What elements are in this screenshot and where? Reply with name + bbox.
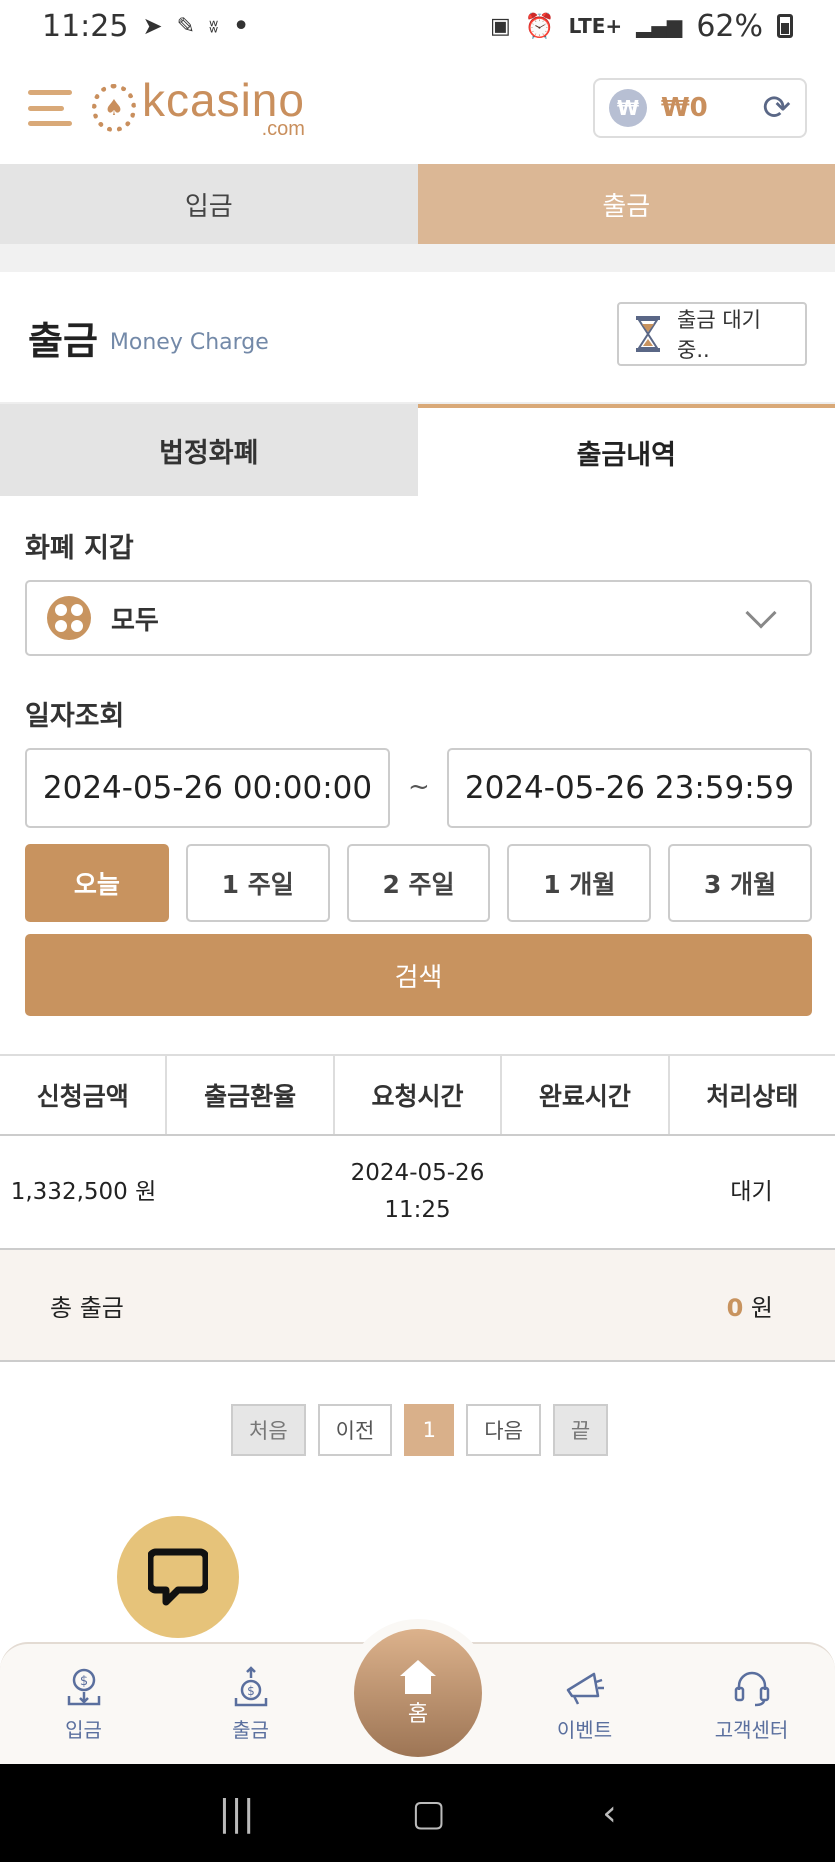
total-number: 0 bbox=[726, 1293, 744, 1322]
nav-withdraw[interactable]: $ 출금 bbox=[167, 1665, 334, 1743]
total-unit: 원 bbox=[750, 1293, 773, 1322]
spade-logo-icon: ♠ bbox=[92, 84, 136, 132]
wallet-select-value: 모두 bbox=[111, 605, 159, 636]
top-tabs: 입금 출금 bbox=[0, 164, 835, 244]
nav-support-label: 고객센터 bbox=[714, 1717, 789, 1742]
pagination: 처음 이전 1 다음 끝 bbox=[231, 1404, 609, 1456]
cell-rate bbox=[167, 1136, 334, 1248]
home-icon bbox=[400, 1660, 436, 1694]
nav-support[interactable]: 고객센터 bbox=[668, 1666, 835, 1743]
period-1week-button[interactable]: 1 주일 bbox=[185, 844, 330, 922]
battery-percent: 62% bbox=[696, 8, 763, 44]
page-prev-button[interactable]: 이전 bbox=[317, 1404, 393, 1456]
title-section: 출금 Money Charge 출금 대기 중.. bbox=[0, 272, 835, 404]
period-2week-button[interactable]: 2 주일 bbox=[346, 844, 491, 922]
total-label: 총 출금 bbox=[50, 1293, 124, 1322]
page-first-button[interactable]: 처음 bbox=[231, 1404, 306, 1456]
table-row: 1,332,500 원 2024-05-26 11:25 대기 bbox=[0, 1136, 835, 1250]
nfc-icon: ▣ bbox=[489, 13, 511, 39]
home-system-icon[interactable]: ▢ bbox=[411, 1793, 445, 1834]
refresh-icon[interactable]: ⟳ bbox=[763, 88, 792, 128]
header-rate: 출금환율 bbox=[167, 1056, 335, 1134]
status-dot: • bbox=[232, 8, 250, 44]
balance-box: ₩ ₩0 ⟳ bbox=[593, 78, 807, 138]
period-3month-button[interactable]: 3 개월 bbox=[668, 844, 812, 922]
deposit-icon: $ bbox=[67, 1668, 100, 1705]
cell-request-time: 2024-05-26 11:25 bbox=[334, 1136, 501, 1248]
back-icon[interactable]: ‹ bbox=[602, 1793, 616, 1834]
logo[interactable]: ♠ kcasino .com bbox=[92, 77, 305, 139]
tab-deposit[interactable]: 입금 bbox=[0, 164, 418, 244]
chat-button[interactable] bbox=[117, 1516, 239, 1638]
period-buttons: 오늘 1 주일 2 주일 1 개월 3 개월 bbox=[25, 844, 812, 922]
table-header: 신청금액 출금환율 요청시간 완료시간 처리상태 bbox=[0, 1054, 835, 1136]
search-button[interactable]: 검색 bbox=[25, 934, 812, 1016]
page-next-button[interactable]: 다음 bbox=[466, 1404, 541, 1456]
page-last-button[interactable]: 끝 bbox=[552, 1404, 609, 1456]
cell-complete-time bbox=[501, 1136, 668, 1248]
tab-withdraw-history[interactable]: 출금내역 bbox=[417, 404, 835, 496]
notification-icon: ✎ bbox=[176, 13, 196, 39]
recent-apps-icon[interactable]: ||| bbox=[218, 1793, 254, 1834]
date-separator: ~ bbox=[408, 772, 430, 802]
end-date-input[interactable]: 2024-05-26 23:59:59 bbox=[447, 748, 812, 828]
battery-icon bbox=[777, 14, 793, 38]
signal-icon: ▂▄▆ bbox=[636, 14, 683, 38]
page-subtitle: Money Charge bbox=[109, 329, 269, 355]
wifi-calling-icon: ʬ bbox=[209, 15, 219, 37]
nav-deposit[interactable]: $ 입금 bbox=[0, 1666, 167, 1743]
app-header: ♠ kcasino .com ₩ ₩0 ⟳ bbox=[0, 52, 835, 164]
status-bar: 11:25 ➤ ✎ ʬ • ▣ ⏰ LTE+ ▂▄▆ 62% bbox=[0, 0, 835, 52]
page-title: 출금 bbox=[28, 318, 98, 363]
date-query-label: 일자조회 bbox=[25, 701, 125, 732]
wallet-select[interactable]: 모두 bbox=[25, 580, 812, 656]
pending-withdraw-button[interactable]: 출금 대기 중.. bbox=[617, 302, 807, 366]
header-complete-time: 완료시간 bbox=[502, 1056, 670, 1134]
megaphone-icon bbox=[566, 1672, 604, 1705]
nav-event-label: 이벤트 bbox=[556, 1717, 613, 1742]
nav-home-button[interactable]: 홈 bbox=[354, 1629, 482, 1757]
svg-text:$: $ bbox=[79, 1674, 87, 1689]
nav-deposit-label: 입금 bbox=[65, 1717, 102, 1742]
period-today-button[interactable]: 오늘 bbox=[25, 844, 169, 922]
page-current-button[interactable]: 1 bbox=[404, 1404, 455, 1456]
nav-event[interactable]: 이벤트 bbox=[501, 1666, 668, 1743]
hourglass-icon bbox=[635, 314, 661, 354]
withdraw-history-table: 신청금액 출금환율 요청시간 완료시간 처리상태 1,332,500 원 202… bbox=[0, 1054, 835, 1362]
header-amount: 신청금액 bbox=[0, 1056, 168, 1134]
total-value: 0 원 bbox=[727, 1288, 773, 1323]
divider bbox=[0, 244, 835, 272]
tab-withdraw[interactable]: 출금 bbox=[417, 164, 835, 244]
network-type: LTE+ bbox=[568, 14, 623, 38]
header-status: 처리상태 bbox=[706, 1082, 799, 1111]
won-coin-icon: ₩ bbox=[609, 89, 647, 127]
withdraw-icon: $ bbox=[234, 1665, 267, 1706]
system-nav-bar: ||| ▢ ‹ bbox=[0, 1764, 835, 1862]
nav-withdraw-label: 출금 bbox=[232, 1717, 269, 1742]
start-date-input[interactable]: 2024-05-26 00:00:00 bbox=[25, 748, 390, 828]
cell-amount: 1,332,500 원 bbox=[10, 1178, 157, 1205]
header-request-time: 요청시간 bbox=[335, 1056, 503, 1134]
period-1month-button[interactable]: 1 개월 bbox=[507, 844, 652, 922]
total-row: 총 출금 0 원 bbox=[0, 1250, 835, 1362]
chat-icon bbox=[148, 1548, 208, 1606]
cell-status: 대기 bbox=[730, 1178, 773, 1205]
svg-text:$: $ bbox=[247, 1684, 255, 1698]
cell-request-clock: 11:25 bbox=[384, 1197, 451, 1223]
telegram-icon: ➤ bbox=[142, 12, 163, 40]
balance-value: ₩0 bbox=[661, 93, 708, 123]
wallet-label: 화폐 지갑 bbox=[25, 533, 134, 564]
sub-tabs: 법정화폐 출금내역 bbox=[0, 404, 835, 496]
nav-home-label: 홈 bbox=[407, 1702, 429, 1727]
tab-fiat[interactable]: 법정화폐 bbox=[0, 404, 418, 496]
cell-request-date: 2024-05-26 bbox=[350, 1160, 485, 1187]
status-time: 11:25 bbox=[42, 8, 129, 44]
all-wallets-icon bbox=[47, 596, 91, 640]
logo-text: kcasino bbox=[142, 74, 305, 126]
menu-icon[interactable] bbox=[28, 86, 72, 130]
chevron-down-icon bbox=[745, 597, 777, 629]
headset-icon bbox=[734, 1671, 769, 1706]
pending-withdraw-label: 출금 대기 중.. bbox=[677, 308, 761, 362]
alarm-icon: ⏰ bbox=[524, 12, 555, 40]
